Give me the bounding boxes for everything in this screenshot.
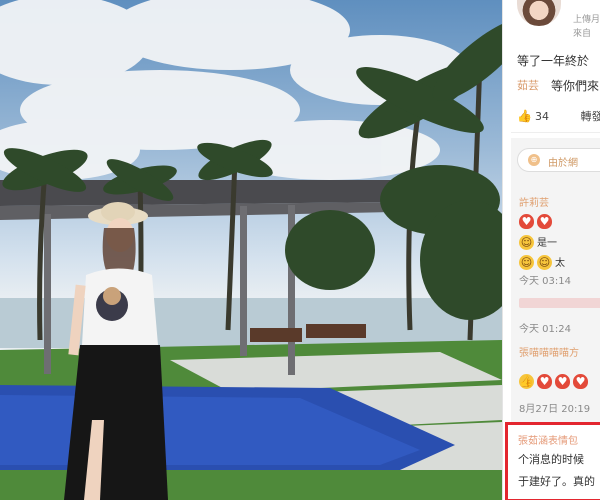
laugh-icon: ☺	[519, 235, 534, 250]
heart-icon: ♥	[537, 374, 552, 389]
like-icon[interactable]: 👍	[517, 109, 532, 123]
blurred-text	[519, 298, 600, 308]
notice-label: 由於網	[548, 158, 578, 169]
pavilion-post	[44, 214, 51, 374]
comment-text-row: ☺ 是一	[519, 234, 557, 250]
post-text-2: 等你們來	[551, 79, 600, 93]
post-source: 上傳月	[573, 15, 600, 25]
comment-text: 是一	[537, 238, 557, 249]
heart-icon: ♥	[555, 374, 570, 389]
comment-text-row: ☺ ☺ 太	[519, 254, 565, 270]
thumbs-up-icon: 👍	[519, 374, 534, 389]
comment-emojis: 👍 ♥ ♥ ♥	[519, 374, 591, 389]
resort-photo	[0, 0, 502, 500]
comment-user[interactable]: 張喵喵喵喵方	[519, 344, 579, 359]
avatar[interactable]	[517, 0, 561, 26]
comment-text: 太	[555, 258, 565, 269]
comment-time: 8月27日 20:19	[519, 404, 591, 415]
heart-icon: ♥	[573, 374, 588, 389]
notice-pill[interactable]: ⊕ 由於網	[517, 148, 600, 172]
like-count: 34	[534, 110, 549, 123]
highlight-user[interactable]: 張茹涵表情包	[518, 432, 578, 447]
woman-figure	[64, 202, 168, 500]
heart-icon: ♥	[537, 214, 552, 229]
notice-icon: ⊕	[528, 154, 540, 166]
forward-button[interactable]: 轉發	[580, 110, 600, 123]
comment-time: 今天 03:14	[519, 276, 571, 287]
comment-emojis: ♥ ♥	[519, 214, 555, 229]
laugh-icon: ☺	[519, 255, 534, 270]
comment-time: 今天 01:24	[519, 324, 571, 335]
post-stats: 👍34 轉發	[517, 108, 600, 124]
comment-user[interactable]: 許莉芸	[519, 194, 549, 209]
post-mention[interactable]: 茹芸	[517, 77, 539, 93]
highlight-text-2: 于建好了。真的	[518, 475, 595, 488]
highlighted-comment: 張茹涵表情包 个消息的时候 于建好了。真的	[505, 422, 600, 500]
highlight-text-1: 个消息的时候	[518, 453, 584, 466]
post-via: 來自	[573, 29, 592, 39]
laugh-icon: ☺	[537, 255, 552, 270]
heart-icon: ♥	[519, 214, 534, 229]
divider	[511, 132, 600, 133]
photo-scene	[0, 0, 502, 500]
post-text: 等了一年終於	[517, 54, 590, 68]
